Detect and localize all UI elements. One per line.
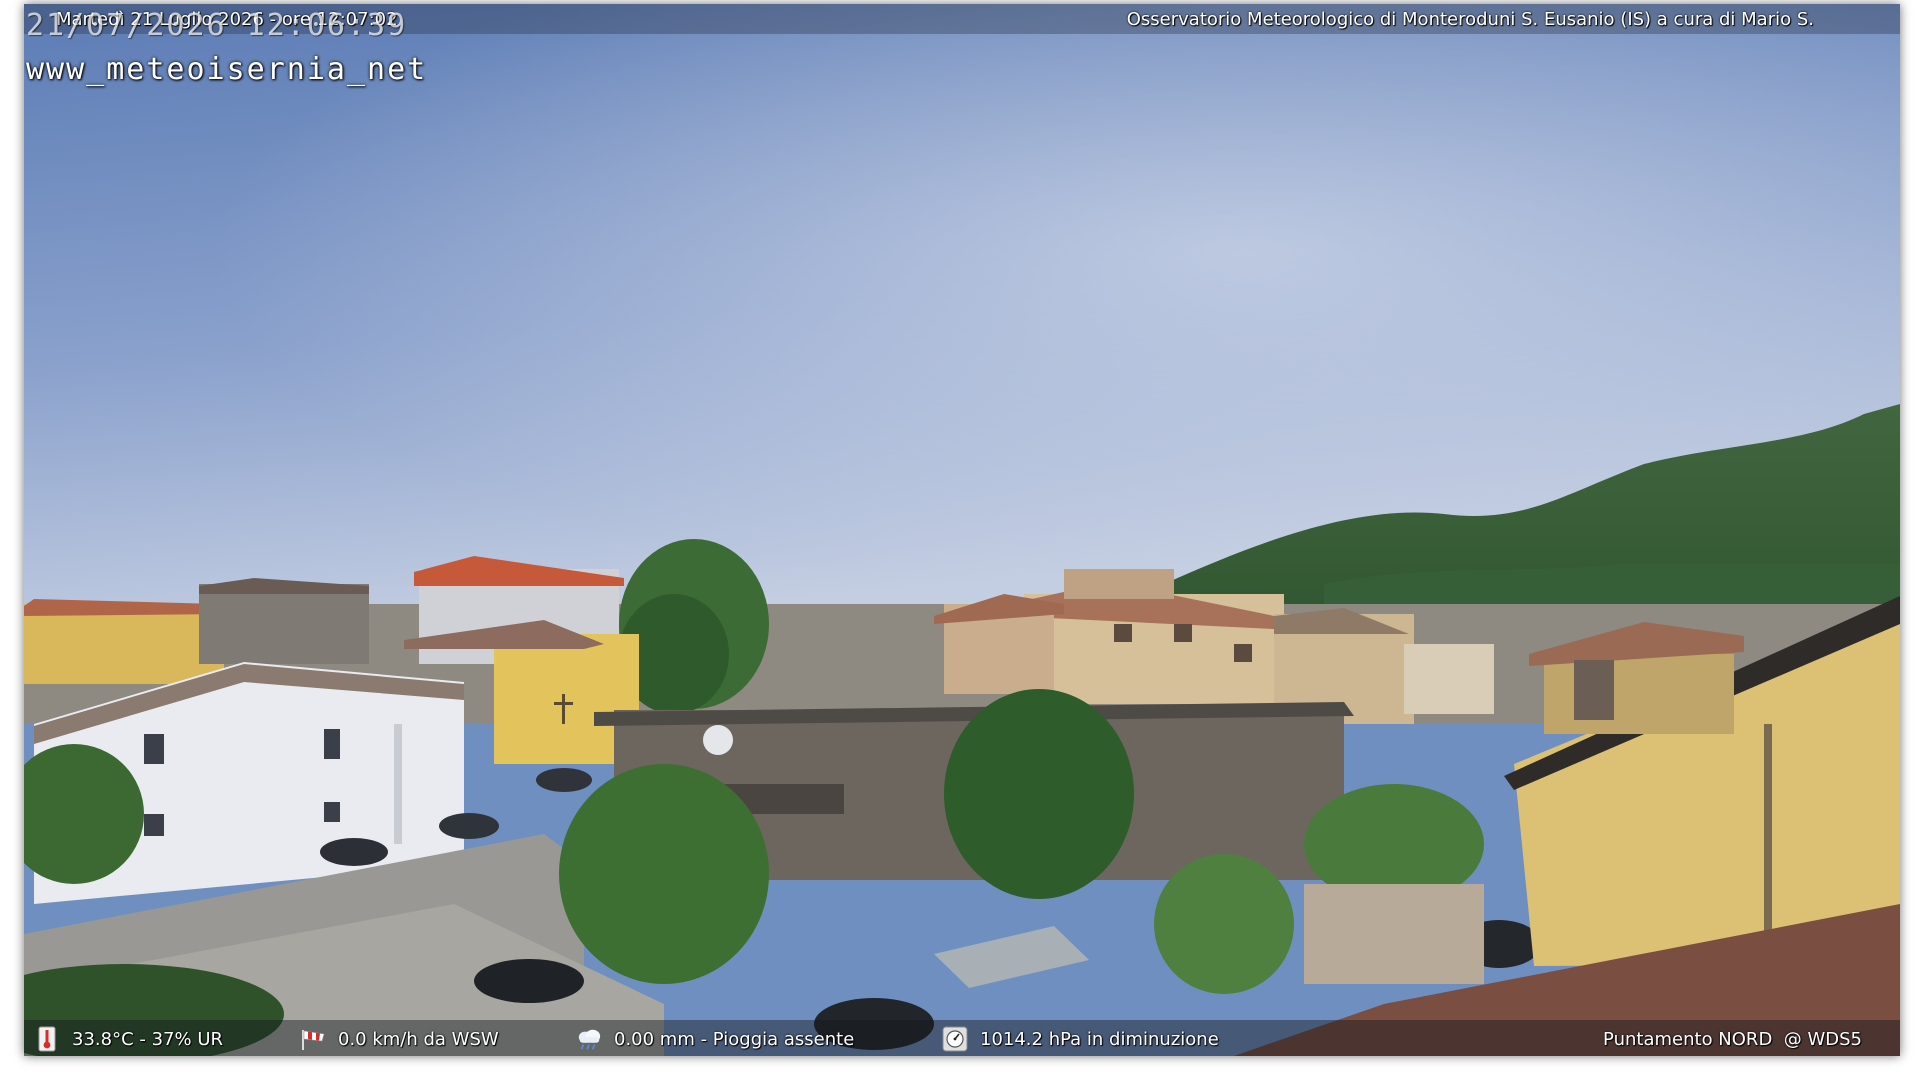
tree-front-left (559, 764, 769, 984)
tree-front-center (944, 689, 1134, 899)
window (1114, 624, 1132, 642)
window (324, 729, 340, 759)
apartment-top (1064, 569, 1174, 599)
church-cross (562, 694, 565, 724)
house-grey (199, 584, 369, 664)
window (324, 802, 340, 822)
house-left-yellow (24, 604, 224, 684)
parked-car (474, 959, 584, 1003)
thermometer-icon (34, 1026, 60, 1052)
pointing-text: Puntamento NORD @ WDS5 (1603, 1028, 1862, 1050)
wind-stat: 0.0 km/h da WSW (300, 1026, 499, 1052)
pressure-text: 1014.2 hPa in diminuzione (980, 1028, 1219, 1050)
site-url: www_meteoisernia_net (26, 52, 428, 87)
parked-car (439, 813, 499, 839)
drainpipe (1764, 724, 1772, 934)
satellite-dish (703, 725, 733, 755)
window (144, 814, 164, 836)
pointing-stat: Puntamento NORD @ WDS5 (1603, 1026, 1862, 1052)
church-cross-bar (554, 702, 573, 705)
webcam-scene (24, 4, 1900, 1056)
house-right-far (1404, 644, 1494, 714)
webcam-frame: Martedì 21 Luglio 2026 - ore 12:07:02 Os… (24, 4, 1900, 1056)
wind-text: 0.0 km/h da WSW (338, 1028, 499, 1050)
rain-text: 0.00 mm - Pioggia assente (614, 1028, 855, 1050)
shed-roof (934, 926, 1089, 988)
pilaster (394, 724, 402, 844)
window (1574, 660, 1614, 720)
temperature-text: 33.8°C - 37% UR (72, 1028, 223, 1050)
weather-stats-bar: 33.8°C - 37% UR 0.0 km/h da WSW 0.00 mm … (24, 1020, 1900, 1056)
window (144, 734, 164, 764)
window (1234, 644, 1252, 662)
pressure-stat: 1014.2 hPa in diminuzione (942, 1026, 1219, 1052)
rain-cloud-icon (576, 1026, 602, 1052)
garden-wall (1304, 884, 1484, 984)
barometer-icon (942, 1026, 968, 1052)
house-right-upper (1544, 654, 1734, 734)
windsock-icon (300, 1026, 326, 1052)
parked-car (320, 838, 388, 866)
window (1174, 624, 1192, 642)
temperature-stat: 33.8°C - 37% UR (34, 1026, 223, 1052)
camera-timestamp: 21/07/2026 12:06:39 (26, 8, 408, 43)
parked-car (536, 768, 592, 792)
observatory-title: Osservatorio Meteorologico di Monterodun… (1126, 9, 1814, 30)
bush-center-right (1154, 854, 1294, 994)
rain-stat: 0.00 mm - Pioggia assente (576, 1026, 854, 1052)
